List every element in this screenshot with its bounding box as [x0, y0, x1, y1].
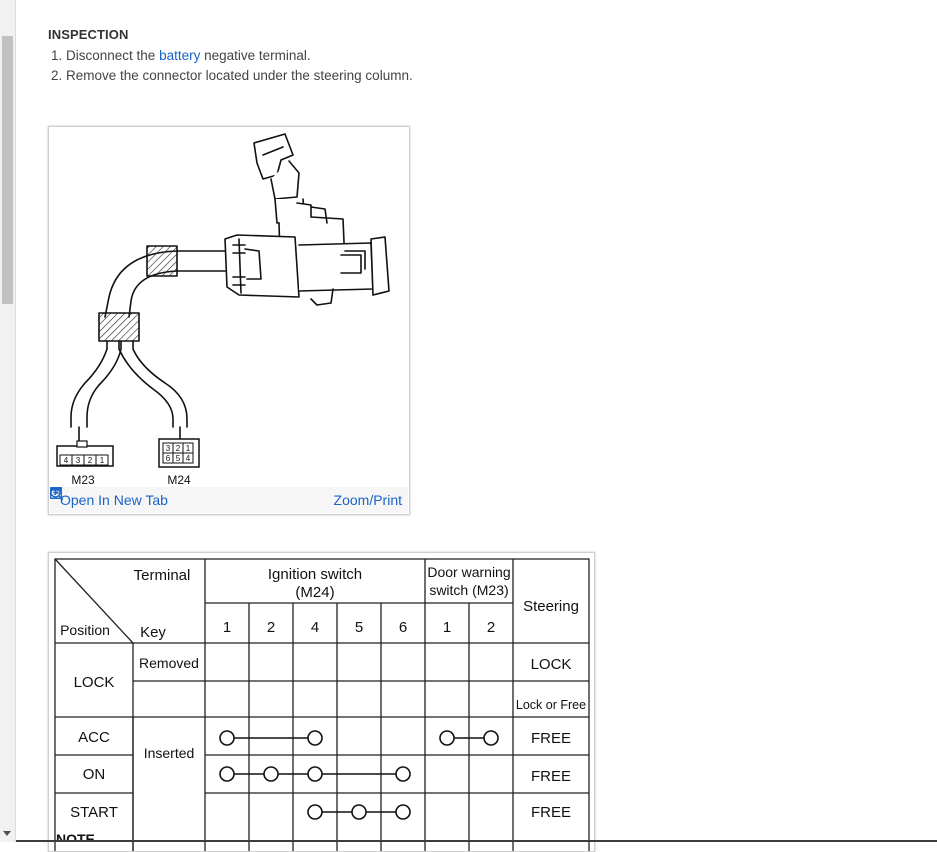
step-text: Disconnect the	[66, 48, 160, 63]
m24-pin-2: 2	[176, 444, 181, 453]
inspection-table-figure: Terminal Position Key Ignition switch (M…	[48, 552, 595, 852]
continuity-node	[219, 766, 235, 782]
m23-pin-4: 4	[64, 456, 69, 465]
harness-sleeve-upper	[146, 245, 178, 277]
note-heading-peek: NOTE	[56, 832, 95, 840]
m24-pin-5: 5	[176, 454, 181, 463]
zoom-print-button[interactable]: Zoom/Print	[50, 487, 402, 508]
header-door-line2: switch (M23)	[429, 582, 508, 598]
steering-start: FREE	[531, 804, 571, 821]
terminal-number: 2	[487, 619, 495, 636]
scrollbar-thumb[interactable]	[2, 36, 13, 304]
inspection-section: INSPECTION Disconnect the battery negati…	[48, 27, 928, 86]
continuity-node	[307, 804, 323, 820]
continuity-node	[395, 804, 411, 820]
step-item: Disconnect the battery negative terminal…	[66, 46, 928, 66]
continuity-marks	[219, 730, 499, 820]
position-on: ON	[83, 766, 106, 783]
m24-pin-1: 1	[186, 444, 191, 453]
continuity-node	[483, 730, 499, 746]
m23-pin-3: 3	[76, 456, 81, 465]
terminal-number: 5	[355, 619, 363, 636]
continuity-node	[307, 730, 323, 746]
m24-connector: 3 2 1 6 5 4	[158, 438, 200, 468]
vertical-scrollbar[interactable]	[0, 0, 16, 842]
header-steering: Steering	[523, 598, 579, 615]
scroll-down-arrow-icon[interactable]	[3, 831, 11, 836]
header-key: Key	[140, 624, 166, 641]
position-lock: LOCK	[74, 674, 115, 691]
open-in-new-tab-label: Open In New Tab	[60, 492, 168, 508]
key-removed: Removed	[139, 655, 199, 671]
harness-diagram-figure: 4 3 2 1 M23 3 2 1 6 5 4 M24 Open In New …	[48, 126, 410, 515]
header-terminal: Terminal	[134, 567, 191, 584]
terminal-number: 2	[267, 619, 275, 636]
m24-pin-4: 4	[186, 454, 191, 463]
step-text: negative terminal.	[200, 48, 311, 63]
steering-lock-or-free: Lock or Free	[516, 698, 586, 712]
terminal-number: 1	[443, 619, 451, 636]
header-ignition-line2: (M24)	[295, 584, 334, 601]
header-position: Position	[60, 622, 110, 638]
header-door-line1: Door warning	[427, 564, 510, 580]
continuity-node	[307, 766, 323, 782]
position-start: START	[70, 804, 118, 821]
zoom-in-icon	[50, 487, 64, 501]
continuity-node	[395, 766, 411, 782]
continuity-node	[263, 766, 279, 782]
header-ignition-line1: Ignition switch	[268, 566, 362, 583]
m24-label: M24	[167, 473, 191, 487]
steering-on: FREE	[531, 768, 571, 785]
m23-pin-2: 2	[88, 456, 93, 465]
m24-pin-3: 3	[166, 444, 171, 453]
steering-lock: LOCK	[531, 656, 572, 673]
key-inserted: Inserted	[144, 745, 195, 761]
m23-label: M23	[71, 473, 95, 487]
step-item: Remove the connector located under the s…	[66, 66, 928, 86]
terminal-number: 6	[399, 619, 407, 636]
continuity-node	[351, 804, 367, 820]
terminal-number: 1	[223, 619, 231, 636]
steps-list: Disconnect the battery negative terminal…	[48, 46, 928, 86]
steering-acc: FREE	[531, 730, 571, 747]
continuity-node	[219, 730, 235, 746]
m24-pin-6: 6	[166, 454, 171, 463]
terminal-number: 4	[311, 619, 319, 636]
inspection-table: Terminal Position Key Ignition switch (M…	[54, 558, 590, 851]
m23-pin-1: 1	[100, 456, 105, 465]
section-heading: INSPECTION	[48, 27, 129, 42]
figure-toolbar: Open In New Tab Zoom/Print	[50, 487, 408, 513]
position-acc: ACC	[78, 729, 110, 746]
zoom-print-label: Zoom/Print	[333, 492, 402, 508]
harness-diagram: 4 3 2 1 M23 3 2 1 6 5 4 M24	[56, 133, 390, 487]
harness-sleeve-lower	[98, 312, 140, 342]
m23-connector: 4 3 2 1	[56, 440, 114, 467]
open-in-new-tab-button[interactable]: Open In New Tab	[50, 487, 168, 508]
battery-link[interactable]: battery	[159, 48, 200, 63]
continuity-node	[439, 730, 455, 746]
step-text: Remove the connector located under the s…	[66, 68, 413, 83]
